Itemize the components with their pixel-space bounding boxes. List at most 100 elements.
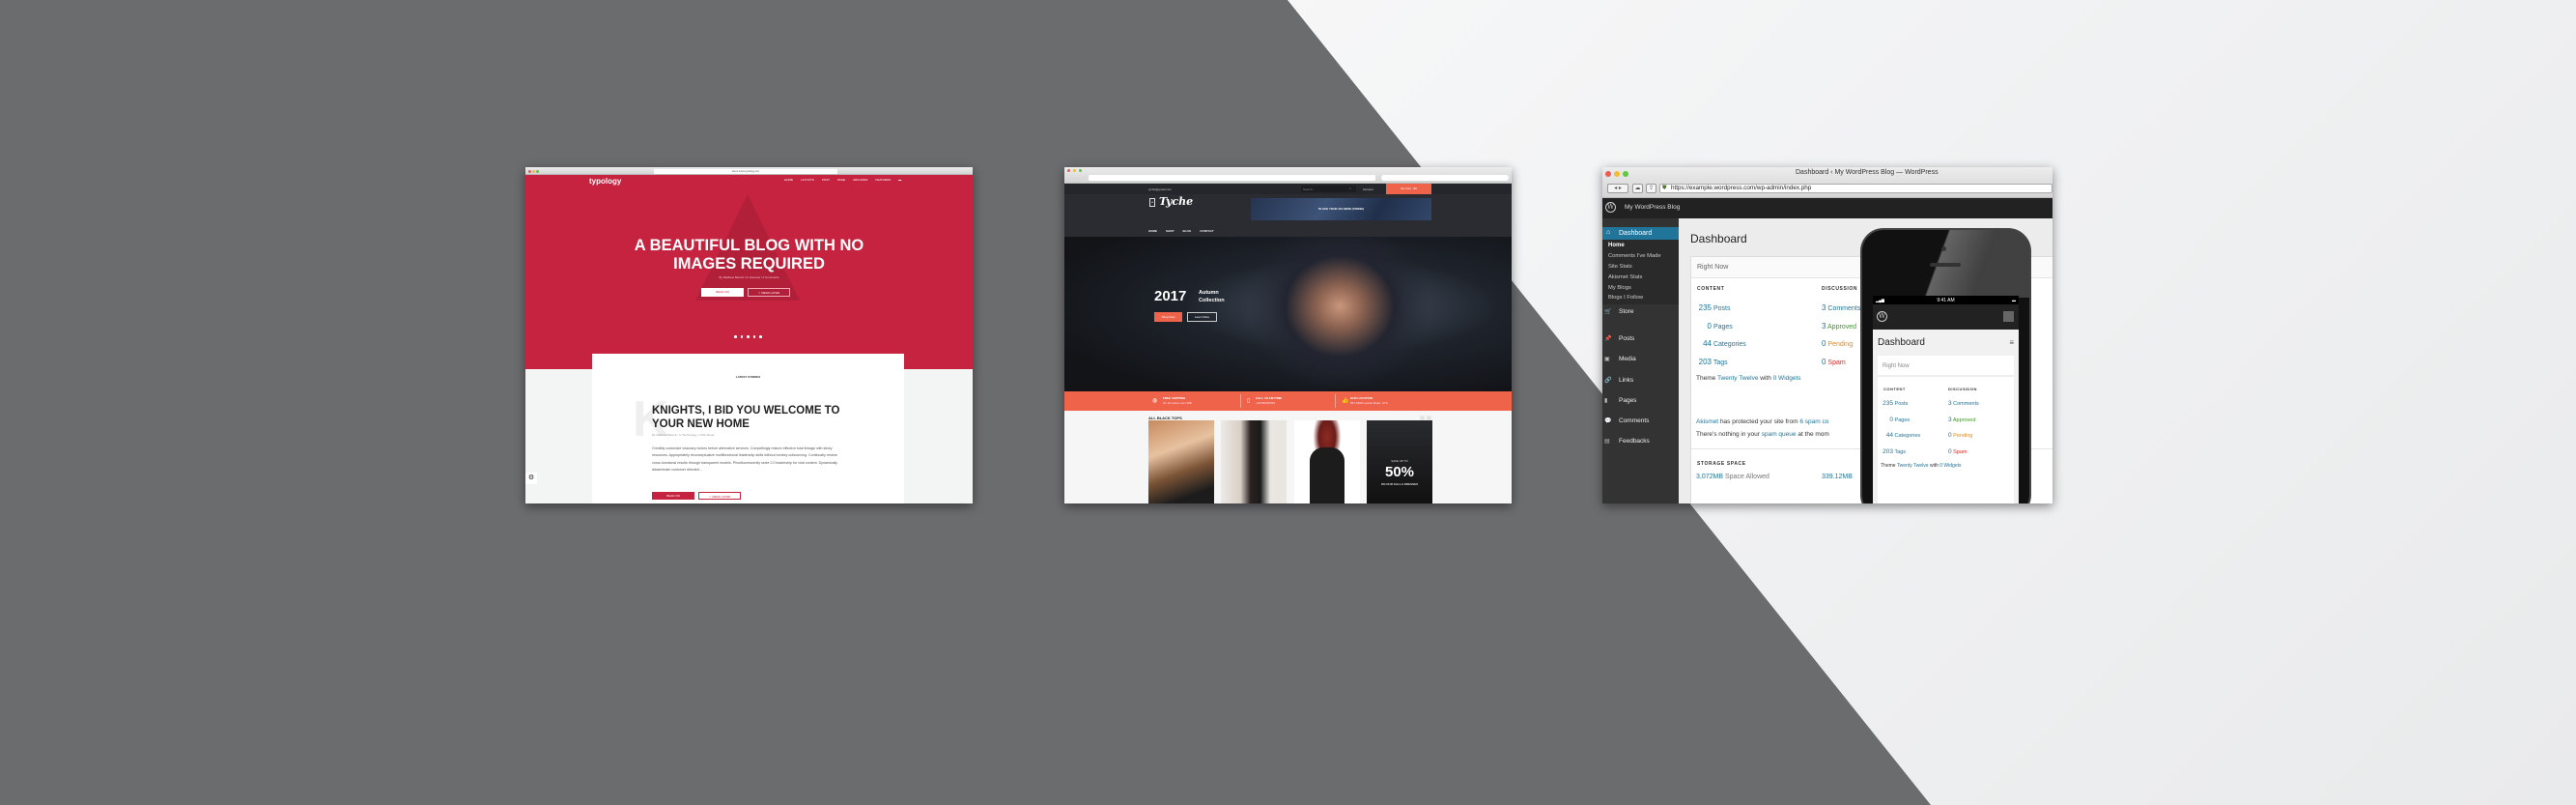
nav-layouts[interactable]: LAYOUTS (801, 178, 814, 182)
wordpress-logo-icon[interactable]: W (1877, 311, 1887, 322)
browser-search-field[interactable] (1381, 175, 1509, 181)
hamburger-menu-icon[interactable]: ≡ (2009, 338, 2014, 347)
nav-archives[interactable]: ARCHIVES (853, 178, 867, 182)
stat-spam[interactable]: 0 Spam (1822, 354, 1860, 372)
email-link[interactable]: tyche@gmail.com (1148, 187, 1172, 191)
nav-page[interactable]: PAGE (837, 178, 845, 182)
window-title: Dashboard ‹ My WordPress Blog — WordPres… (1796, 169, 1939, 176)
slider-dots[interactable] (734, 335, 762, 338)
zoom-dot-icon[interactable] (1623, 171, 1628, 177)
shop-now-button[interactable]: Shop Now (1154, 312, 1182, 322)
minimize-dot-icon[interactable] (1614, 171, 1620, 177)
post-meta: By Matthew Barrett / In Technology / 3 M… (652, 433, 715, 437)
submenu-home[interactable]: Home (1608, 243, 1625, 248)
close-dot-icon[interactable] (1605, 171, 1611, 177)
cloud-icon[interactable]: ☁ (1632, 184, 1643, 193)
ad-banner[interactable]: PLACE YOUR AD HERE (728X90) (1251, 198, 1431, 220)
spam-queue-link[interactable]: spam queue (1762, 431, 1797, 438)
stat-approved[interactable]: 3 Approved (1822, 318, 1860, 336)
post-title[interactable]: KNIGHTS, I BID YOU WELCOME TO YOUR NEW H… (652, 404, 855, 431)
submenu-akismet-stats[interactable]: Akismet Stats (1608, 274, 1642, 280)
read-later-button[interactable]: ☆ READ LATER (748, 288, 790, 297)
cart-icon: 🛒 (1604, 309, 1612, 315)
globe-icon: ◍ (1152, 398, 1158, 404)
nav-features[interactable]: FEATURES (875, 178, 891, 182)
menu-dashboard[interactable]: ⌂ Dashboard (1602, 227, 1683, 240)
submenu-comments-made[interactable]: Comments I've Made (1608, 253, 1661, 259)
dashboard-submenu: Home Comments I've Made Site Stats Akism… (1602, 240, 1679, 304)
iphone-mockup: 9:41 AM ▂▄▆ ▬ W Dashboard ≡ Right Now CO… (1860, 228, 2031, 503)
hero-title[interactable]: A BEAUTIFUL BLOG WITH NO IMAGES REQUIRED (622, 237, 876, 273)
phone-right-now-box: Right Now CONTENT DISCUSSION 235 Posts 0… (1878, 356, 2014, 503)
menu-label: Store (1619, 308, 1634, 315)
product-image[interactable] (1148, 420, 1214, 503)
submenu-site-stats[interactable]: Site Stats (1608, 264, 1632, 270)
theme-line: Theme Twenty Twelve with 0 Widgets (1696, 375, 1801, 382)
search-icon[interactable]: ▬ (898, 178, 901, 182)
box-title: Right Now (1697, 264, 1729, 271)
page-title: Dashboard (1690, 232, 1747, 245)
avatar[interactable] (2003, 311, 2014, 322)
nav-blog[interactable]: BLOG (1183, 229, 1192, 233)
product-image[interactable] (1221, 420, 1287, 503)
promo-percent: 50% (1384, 464, 1415, 480)
site-header: • Tyche PLACE YOUR AD HERE (728X90) HOME… (1064, 194, 1512, 237)
admin-bar: W My WordPress Blog (1602, 198, 2052, 218)
learn-more-button[interactable]: Learn More (1187, 312, 1217, 322)
phone-theme-line: Theme Twenty Twelve with 0 Widgets (1881, 463, 1962, 469)
wordpress-logo-icon[interactable]: W (1605, 202, 1616, 213)
read-on-button[interactable]: READ ON (701, 288, 744, 297)
browser-chrome: Dashboard ‹ My WordPress Blog — WordPres… (1602, 167, 2052, 198)
stat-posts[interactable]: 235 Posts (1696, 300, 1746, 318)
submenu-my-blogs[interactable]: My Blogs (1608, 285, 1631, 291)
theme-link[interactable]: Twenty Twelve (1717, 375, 1759, 382)
share-icon[interactable]: ⇪ (1646, 184, 1656, 193)
stat-pages[interactable]: 0 Pages (1696, 318, 1746, 336)
menu-label: Posts (1619, 335, 1635, 342)
close-dot-icon (1067, 169, 1070, 172)
nav-home[interactable]: HOME (784, 178, 793, 182)
stat-tags[interactable]: 203 Tags (1696, 354, 1746, 372)
discussion-label: DISCUSSION (1822, 286, 1858, 292)
phone-discussion-stats: 3 Comments 3 Approved 0 Pending 0 Spam (1948, 400, 1979, 455)
stat-comments[interactable]: 3 Comments (1822, 300, 1860, 318)
address-bar[interactable] (1089, 175, 1375, 181)
nav-home[interactable]: HOME (1148, 229, 1157, 233)
comment-icon: 💬 (1604, 418, 1612, 424)
address-bar[interactable]: demo.meks.typology.com (654, 168, 837, 174)
site-name[interactable]: My WordPress Blog (1625, 204, 1680, 211)
account-link[interactable]: Account (1363, 187, 1373, 191)
product-image[interactable] (1294, 420, 1360, 503)
discussion-label: DISCUSSION (1948, 387, 1977, 391)
post-read-later-button[interactable]: ☆ READ LATER (698, 492, 741, 500)
stat-pending[interactable]: 0 Pending (1822, 335, 1860, 354)
minimize-dot-icon (532, 169, 535, 173)
logo[interactable]: Tyche (1159, 195, 1193, 208)
stat-categories[interactable]: 44 Categories (1696, 335, 1746, 354)
akismet-link[interactable]: Akismet (1696, 418, 1718, 425)
menu-label: Feedbacks (1619, 438, 1650, 445)
back-forward-buttons[interactable]: ◂ ▸ (1607, 184, 1628, 193)
logo[interactable]: typology (589, 177, 621, 186)
menu-label: Comments (1619, 417, 1650, 424)
menu-label: Pages (1619, 397, 1637, 404)
menu-label: Links (1619, 377, 1634, 384)
top-bar: tyche@gmail.com Search... ⌕ Account My C… (1064, 184, 1512, 194)
nav-contact[interactable]: CONTACT (1200, 229, 1213, 233)
spam-count-link[interactable]: 6 spam co (1799, 418, 1828, 425)
nav-shop[interactable]: SHOP (1166, 229, 1175, 233)
promo-banner[interactable]: SAVE UP TO 50% ON OUR GALLA DRESSES (1367, 420, 1432, 503)
post-excerpt: Credibly customize visionary niches befo… (652, 446, 837, 473)
post-read-on-button[interactable]: READ ON (652, 492, 694, 500)
submenu-blogs-i-follow[interactable]: Blogs I Follow (1608, 295, 1643, 301)
tyche-screenshot: tyche@gmail.com Search... ⌕ Account My C… (1064, 167, 1512, 503)
gear-icon[interactable]: ⚙ (525, 473, 537, 484)
address-bar[interactable]: ⛊ https://example.wordpress.com/wp-admin… (1659, 184, 2052, 193)
hero-meta: By Matthew Barrett / In Humans / 4 Comme… (719, 275, 779, 279)
feature-sub: On all orders over 90$ (1163, 401, 1192, 405)
cart-button[interactable]: My Cart - $0 (1386, 184, 1431, 194)
nav-post[interactable]: POST (822, 178, 830, 182)
search-icon[interactable]: ⌕ (1349, 187, 1351, 190)
widgets-link[interactable]: 0 Widgets (1773, 375, 1801, 382)
search-input[interactable]: Search... (1301, 186, 1356, 192)
